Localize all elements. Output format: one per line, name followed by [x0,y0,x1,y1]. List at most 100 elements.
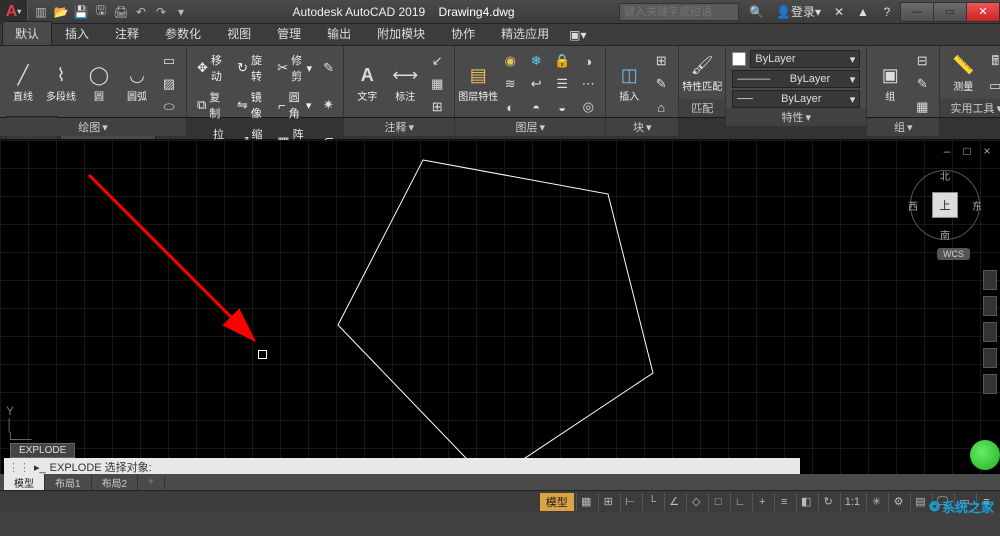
status-anno-icon[interactable]: ✳ [866,493,886,511]
status-snap-icon[interactable]: ⊞ [598,493,618,511]
qat-saveas-icon[interactable]: 🖫 [92,3,110,21]
rect-button[interactable]: ▭ [158,50,180,72]
erase-button[interactable]: ✎ [320,57,337,79]
status-dyn-icon[interactable]: + [752,493,772,511]
nav-zoom-icon[interactable] [983,322,997,342]
cmdline-handle-icon[interactable]: ⋮⋮ [8,461,30,474]
app-menu-button[interactable]: A▾ [0,0,28,24]
qat-open-icon[interactable]: 📂 [52,3,70,21]
groupsel-icon[interactable]: ▦ [911,96,933,118]
tab-collab[interactable]: 协作 [438,21,488,45]
status-transp-icon[interactable]: ◧ [796,493,816,511]
maximize-button[interactable]: ▭ [933,2,967,22]
qat-redo-icon[interactable]: ↷ [152,3,170,21]
qat-undo-icon[interactable]: ↶ [132,3,150,21]
layout-add[interactable]: + [138,476,165,489]
mirror-button[interactable]: ⇋镜像 [233,87,270,123]
status-workspace-icon[interactable]: ▤ [910,493,930,511]
ellipse-button[interactable]: ⬭ [158,96,180,118]
wcs-label[interactable]: WCS [937,248,970,260]
groupedit-icon[interactable]: ✎ [911,73,933,95]
assistant-bubble[interactable] [970,440,1000,470]
status-osnap-icon[interactable]: □ [708,493,728,511]
tab-view[interactable]: 视图 [214,21,264,45]
matchprop-button[interactable]: 🖌特性匹配 [685,50,719,98]
viewcube-w[interactable]: 西 [908,198,918,213]
status-model-button[interactable]: 模型 [540,493,574,511]
table-button[interactable]: ▦ [426,73,448,95]
panel-block-label[interactable]: 块 ▾ [606,118,678,136]
leader-button[interactable]: ↙ [426,50,448,72]
select-icon[interactable]: ▭ [984,75,1000,97]
text-button[interactable]: A文字 [350,60,384,108]
tab-addins[interactable]: 附加模块 [364,21,438,45]
layer-more-icon[interactable]: ⋯ [577,73,599,95]
viewcube[interactable]: 上 北 南 东 西 [910,170,980,240]
nav-wheel-icon[interactable] [983,270,997,290]
copy-button[interactable]: ⧉复制 [193,87,229,123]
linetype-combo[interactable]: ──ByLayer▾ [732,90,860,108]
trim-button[interactable]: ✂修剪 ▾ [273,50,316,86]
qat-plot-icon[interactable]: 🖨 [112,3,130,21]
tab-featured[interactable]: 精选应用 [488,21,562,45]
arc-button[interactable]: ◡圆弧 [120,60,154,108]
tab-parametric[interactable]: 参数化 [152,21,214,45]
layer-walk-icon[interactable]: ☰ [551,73,573,95]
qat-new-icon[interactable]: ▥ [32,3,50,21]
panel-annotation-label[interactable]: 注释 ▾ [344,118,454,136]
signin-button[interactable]: 👤 登录 ▾ [772,3,825,21]
nav-orbit-icon[interactable] [983,348,997,368]
status-otrack-icon[interactable]: ∟ [730,493,750,511]
status-scale[interactable]: 1:1 [840,493,864,511]
layout-2[interactable]: 布局2 [92,474,139,491]
group-button[interactable]: ▣组 [873,60,907,108]
stayconnected-icon[interactable]: ▲ [853,3,873,21]
help-icon[interactable]: ? [877,3,897,21]
panel-utilities-label[interactable]: 实用工具 ▾ [940,99,1000,117]
exchange-icon[interactable]: ✕ [829,3,849,21]
layout-1[interactable]: 布局1 [45,474,92,491]
layer-un4-icon[interactable]: ◎ [577,96,599,118]
qat-dropdown-icon[interactable]: ▾ [172,3,190,21]
qat-save-icon[interactable]: 💾 [72,3,90,21]
infocenter-icon[interactable]: 🔍 [745,3,768,21]
calc-icon[interactable]: 🖩 [984,52,1000,74]
status-iso-icon[interactable]: ◇ [686,493,706,511]
tab-output[interactable]: 输出 [314,21,364,45]
fillet-button[interactable]: ⌐圆角 ▾ [274,87,315,123]
status-ortho-icon[interactable]: └ [642,493,662,511]
layer-color-combo[interactable]: ByLayer▾ [750,50,860,68]
nav-pan-icon[interactable] [983,296,997,316]
measure-button[interactable]: 📏测量 [946,50,980,98]
vp-min-icon[interactable]: – [940,144,954,158]
status-gear-icon[interactable]: ⚙ [888,493,908,511]
viewcube-n[interactable]: 北 [940,168,950,183]
layer-un2-icon[interactable]: ◓ [525,96,547,118]
status-lwt-icon[interactable]: ≡ [774,493,794,511]
layer-freeze-icon[interactable]: ❄ [525,50,547,72]
layer-un3-icon[interactable]: ◒ [551,96,573,118]
layer-prev-icon[interactable]: ↩ [525,73,547,95]
color-swatch[interactable] [732,52,746,66]
attr-block-icon[interactable]: ⌂ [650,96,672,118]
hatch-button[interactable]: ▨ [158,73,180,95]
tab-manage[interactable]: 管理 [264,21,314,45]
status-grid-icon[interactable]: ▦ [576,493,596,511]
status-infer-icon[interactable]: ⊢ [620,493,640,511]
lineweight-combo[interactable]: ———ByLayer▾ [732,70,860,88]
viewcube-top-face[interactable]: 上 [932,192,958,218]
help-search-input[interactable] [619,3,739,21]
tab-annotate[interactable]: 注释 [102,21,152,45]
panel-draw-label[interactable]: 绘图 ▾ [0,118,186,136]
layer-off-icon[interactable]: ◉ [499,50,521,72]
ungroup-icon[interactable]: ⊟ [911,50,933,72]
viewcube-s[interactable]: 南 [940,227,950,242]
panel-properties-label[interactable]: 特性 ▾ [726,108,866,126]
layer-un1-icon[interactable]: ◐ [499,96,521,118]
minimize-button[interactable]: — [900,2,934,22]
mleader-button[interactable]: ⊞ [426,96,448,118]
insert-button[interactable]: ◫插入 [612,60,646,108]
dim-button[interactable]: ⟷标注 [388,60,422,108]
tab-expand-icon[interactable]: ▣▾ [562,24,593,45]
nav-showmotion-icon[interactable] [983,374,997,394]
